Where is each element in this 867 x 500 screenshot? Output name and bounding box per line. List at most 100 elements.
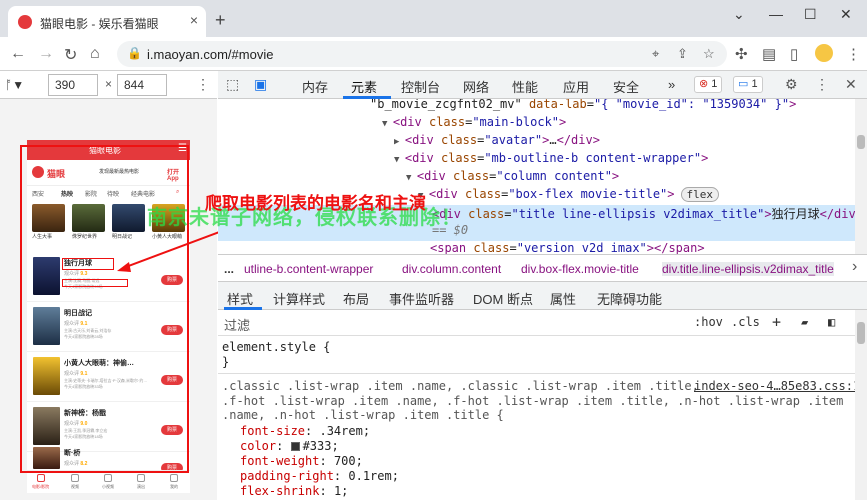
css-value: 700; [333, 454, 363, 468]
settings-gear-icon[interactable]: ⚙ [785, 76, 798, 93]
breadcrumb-item[interactable]: div.box-flex.movie-title [521, 262, 639, 276]
paint-icon[interactable]: ▰ [801, 315, 808, 329]
collapse-triangle-icon[interactable]: ▼ [394, 155, 405, 165]
tab-event-listeners[interactable]: 事件监听器 [389, 289, 454, 308]
elements-scrollbar[interactable] [855, 99, 867, 254]
breadcrumb-ellipsis[interactable]: ... [224, 262, 234, 276]
tab-application[interactable]: 应用 [563, 77, 589, 96]
dom-token: class [440, 133, 478, 147]
dom-node-line[interactable]: ▼ <div class="column content"> [406, 169, 619, 183]
rule-divider [218, 373, 855, 374]
collapse-triangle-icon[interactable]: ▼ [406, 173, 417, 183]
flex-badge[interactable]: flex [680, 187, 720, 202]
tab-console[interactable]: 控制台 [401, 77, 440, 96]
more-tabs-icon[interactable]: » [668, 77, 675, 92]
element-style-close: } [222, 355, 230, 369]
tab-accessibility[interactable]: 无障碍功能 [597, 289, 662, 308]
tab-performance[interactable]: 性能 [512, 77, 538, 96]
dom-token: <div [392, 115, 429, 129]
cls-toggle[interactable]: .cls [731, 315, 760, 329]
breadcrumb-scroll-right-icon[interactable]: › [852, 258, 857, 276]
css-selector-line[interactable]: .f-hot .list-wrap .item .name, .f-hot .l… [222, 394, 843, 408]
dom-token: > [764, 207, 772, 221]
breadcrumb: ... utline-b.content-wrapper div.column.… [218, 254, 867, 282]
styles-scrollbar[interactable] [855, 310, 867, 500]
dom-token: class [452, 169, 490, 183]
dom-token: <div [404, 151, 441, 165]
css-selector-line[interactable]: .classic .list-wrap .item .name, .classi… [222, 379, 699, 393]
dom-token: ></span> [646, 241, 705, 254]
tab-styles[interactable]: 样式 [227, 289, 253, 308]
tab-elements[interactable]: 元素 [351, 77, 377, 96]
dom-token: </div> [556, 133, 600, 147]
device-toggle-icon[interactable]: ▣ [254, 76, 267, 93]
collapse-triangle-icon[interactable]: ▼ [382, 119, 393, 129]
expand-triangle-icon[interactable]: ▶ [394, 137, 405, 147]
message-count-badge[interactable]: ▭ 1 [733, 76, 763, 93]
dom-token: "mb-outline-b content-wrapper" [484, 151, 702, 165]
dom-token: "title line-ellipsis v2dimax_title" [511, 207, 765, 221]
dom-node-line[interactable]: ▼ <div class="mb-outline-b content-wrapp… [394, 151, 708, 165]
css-declaration[interactable]: font-size: .34rem; [240, 424, 370, 438]
message-count: 1 [751, 78, 758, 90]
tab-dom-breakpoints[interactable]: DOM 断点 [473, 289, 533, 308]
dom-node-line[interactable]: ▶ <div class="avatar">…</div> [394, 133, 600, 147]
devtools-more-icon[interactable]: ⋮ [815, 76, 829, 93]
devtools-toolbar: ⬚ ▣ 内存 元素 控制台 网络 性能 应用 安全 » ⊗ 1 ▭ 1 ⚙ ⋮ … [218, 71, 867, 99]
css-property: font-weight [240, 454, 320, 468]
dom-token: "column content" [496, 169, 612, 183]
tab-memory[interactable]: 内存 [302, 77, 328, 96]
dom-token: class [473, 241, 510, 254]
source-text: index-seo-4…85e83.css:1 [694, 379, 855, 393]
filter-input[interactable]: 过滤 [224, 315, 250, 334]
dom-token: … [549, 133, 557, 147]
styles-pane[interactable]: element.style { } .classic .list-wrap .i… [218, 336, 855, 500]
add-rule-button[interactable]: + [772, 313, 781, 331]
tab-properties[interactable]: 属性 [550, 289, 576, 308]
css-source-link[interactable]: index-seo-4…85e83.css:1 [694, 379, 855, 393]
elements-tree[interactable]: "b_movie_zcgfnt02_mv" data-lab="{ "movie… [218, 99, 855, 254]
dom-token: "main-block" [472, 115, 560, 129]
css-property: color [240, 439, 277, 453]
css-declaration[interactable]: flex-shrink: 1; [240, 484, 348, 498]
css-selector-line[interactable]: .name, .n-hot .list-wrap .item .title { [222, 408, 504, 422]
css-property: padding-right [240, 469, 334, 483]
dom-node-line[interactable]: "b_movie_zcgfnt02_mv" data-lab="{ "movie… [370, 99, 796, 111]
breadcrumb-item[interactable]: utline-b.content-wrapper [244, 262, 373, 276]
dom-token: "avatar" [484, 133, 543, 147]
error-count: 1 [711, 78, 718, 90]
css-declaration[interactable]: color: #333; [240, 439, 339, 453]
dom-node-line[interactable]: ▼ <div class="main-block"> [382, 115, 566, 129]
hov-toggle[interactable]: :hov [694, 315, 723, 329]
css-declaration[interactable]: padding-right: 0.1rem; [240, 469, 399, 483]
dom-token: <div [404, 133, 441, 147]
breadcrumb-item[interactable]: div.column.content [402, 262, 501, 276]
color-swatch-icon[interactable] [290, 442, 300, 451]
dom-token: <div [428, 187, 465, 201]
breadcrumb-item-current[interactable]: div.title.line-ellipsis.v2dimax_title [662, 262, 834, 276]
dom-token: = [509, 241, 517, 254]
error-count-badge[interactable]: ⊗ 1 [694, 76, 723, 93]
dom-token: class [440, 151, 478, 165]
annotation-label: 爬取电影列表的电影名和主演 [205, 194, 426, 213]
dom-node-line[interactable]: ▼ <div class="box-flex movie-title"> flex [418, 187, 720, 202]
element-style-rule[interactable]: element.style { [222, 340, 330, 354]
dom-node-line[interactable]: <span class="version v2d imax"></span> [430, 241, 705, 254]
error-icon: ⊗ [699, 78, 709, 90]
devtools-close-icon[interactable]: ✕ [845, 76, 857, 93]
dom-token: > [667, 187, 675, 201]
sidebar-toggle-icon[interactable]: ◧ [828, 315, 835, 329]
inspect-element-icon[interactable]: ⬚ [226, 76, 239, 93]
dom-token: <span [430, 241, 474, 254]
dom-token: class [428, 115, 466, 129]
dom-token: "b_movie_zcgfnt02_mv" [370, 99, 529, 111]
tab-network[interactable]: 网络 [463, 77, 489, 96]
css-declaration[interactable]: font-weight: 700; [240, 454, 363, 468]
dom-token: class [468, 207, 505, 221]
dom-token: > [701, 151, 709, 165]
tab-computed[interactable]: 计算样式 [273, 289, 325, 308]
dom-token: data-lab [528, 99, 587, 111]
tab-security[interactable]: 安全 [613, 77, 639, 96]
dom-token: = [586, 99, 594, 111]
tab-layout[interactable]: 布局 [343, 289, 369, 308]
